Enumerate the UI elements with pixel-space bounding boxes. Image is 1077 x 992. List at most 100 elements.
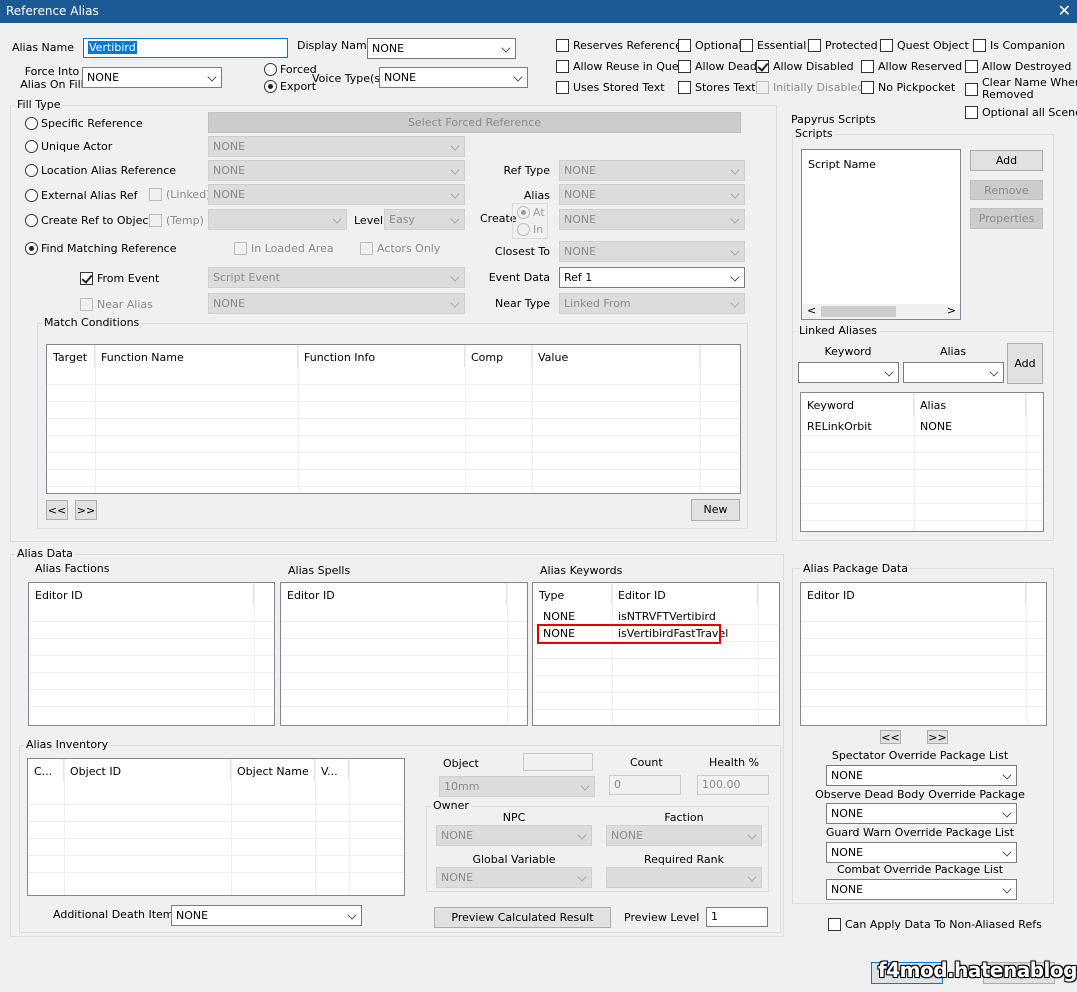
add-script-button[interactable]: Add (970, 150, 1043, 171)
quest-object-checkbox[interactable]: Quest Object (880, 39, 969, 52)
guard-warn-select[interactable]: NONE (826, 842, 1017, 863)
close-icon[interactable]: ✕ (1058, 1, 1071, 20)
conditions-table[interactable]: Target Function Name Function Info Comp … (46, 344, 741, 494)
column-header[interactable]: C... (28, 759, 64, 781)
column-header[interactable]: Keyword (801, 393, 914, 415)
prev-button[interactable]: << (46, 500, 68, 520)
chevron-down-icon (989, 367, 999, 377)
force-into-select[interactable]: NONE (82, 67, 222, 88)
create-ref-to-object-radio[interactable]: Create Ref to Object (25, 214, 153, 227)
alias-spells-list[interactable]: Editor ID (280, 582, 528, 726)
uses-stored-text-checkbox[interactable]: Uses Stored Text (556, 81, 665, 94)
no-pickpocket-checkbox[interactable]: No Pickpocket (861, 81, 955, 94)
scroll-right-icon[interactable]: > (947, 304, 956, 317)
allow-disabled-checkbox[interactable]: Allow Disabled (756, 60, 854, 73)
location-alias-reference-radio[interactable]: Location Alias Reference (25, 164, 176, 177)
papyrus-scripts-label: Papyrus Scripts (791, 113, 876, 126)
actors-only-checkbox: Actors Only (360, 242, 440, 255)
chevron-down-icon (1002, 884, 1012, 894)
can-apply-data-checkbox[interactable]: Can Apply Data To Non-Aliased Refs (828, 918, 1042, 931)
scripts-scrollbar[interactable]: < > (802, 304, 960, 319)
scripts-list[interactable]: Script Name < > (801, 149, 961, 320)
allow-reserved-checkbox[interactable]: Allow Reserved (861, 60, 962, 73)
column-header[interactable]: Type (533, 583, 612, 605)
column-header[interactable]: Editor ID (612, 583, 758, 605)
voice-types-select[interactable]: NONE (379, 67, 528, 88)
allow-dead-checkbox[interactable]: Allow Dead (678, 60, 757, 73)
alias-factions-list[interactable]: Editor ID (28, 582, 275, 726)
external-alias-select: NONE (208, 184, 465, 205)
window-title: Reference Alias (6, 4, 99, 18)
event-data-select[interactable]: Ref 1 (559, 267, 745, 288)
clear-name-checkbox[interactable]: Clear Name When Removed (965, 77, 1077, 106)
column-header[interactable]: Editor ID (29, 583, 254, 605)
add-linked-alias-button[interactable]: Add (1007, 343, 1043, 384)
combat-override-select[interactable]: NONE (826, 879, 1017, 900)
display-name-select[interactable]: NONE (367, 38, 516, 59)
linked-aliases-table[interactable]: Keyword Alias RELinkOrbit NONE (800, 392, 1044, 532)
export-radio[interactable]: Export (264, 80, 316, 93)
chevron-down-icon (884, 367, 894, 377)
alias-package-data-label: Alias Package Data (801, 562, 910, 575)
column-header[interactable]: Target (47, 345, 95, 367)
observe-dead-body-select[interactable]: NONE (826, 803, 1017, 824)
global-variable-label: Global Variable (472, 853, 556, 866)
reserves-reference-checkbox[interactable]: Reserves Reference (556, 39, 682, 52)
is-companion-checkbox[interactable]: Is Companion (973, 39, 1065, 52)
npc-label: NPC (502, 811, 526, 824)
column-header[interactable]: Comp (465, 345, 532, 367)
column-header[interactable]: Object ID (64, 759, 231, 781)
linked-alias-select[interactable] (903, 362, 1004, 383)
package-data-list[interactable]: Editor ID (800, 582, 1047, 726)
additional-death-item-select[interactable]: NONE (171, 905, 362, 926)
column-header[interactable]: Object Name (231, 759, 315, 781)
forced-radio[interactable]: Forced (264, 63, 317, 76)
stores-text-checkbox[interactable]: Stores Text (678, 81, 756, 94)
faction-label: Faction (664, 811, 704, 824)
allow-reuse-checkbox[interactable]: Allow Reuse in Quest (556, 60, 689, 73)
linked-keyword-cell: RELinkOrbit (807, 420, 872, 433)
column-header[interactable]: Alias (914, 393, 1026, 415)
package-next-button[interactable]: >> (927, 730, 948, 744)
npc-select: NONE (436, 825, 592, 846)
alias-keywords-list[interactable]: Type Editor ID NONE isNTRVFTVertibird NO… (532, 582, 780, 726)
next-button[interactable]: >> (75, 500, 97, 520)
essential-checkbox[interactable]: Essential (740, 39, 806, 52)
alias-label: Alias (523, 189, 550, 202)
chevron-down-icon (450, 189, 460, 199)
scroll-left-icon[interactable]: < (807, 304, 816, 317)
column-header[interactable]: Function Info (298, 345, 465, 367)
chevron-down-icon (1002, 808, 1012, 818)
chevron-down-icon (577, 872, 587, 882)
linked-keyword-select[interactable] (798, 362, 899, 383)
preview-level-input[interactable]: 1 (706, 907, 768, 927)
from-event-checkbox[interactable]: From Event (80, 272, 159, 285)
allow-destroyed-checkbox[interactable]: Allow Destroyed (965, 60, 1071, 73)
package-prev-button[interactable]: << (880, 730, 901, 744)
table-row[interactable]: NONE isNTRVFTVertibird (533, 608, 779, 625)
table-row[interactable]: RELinkOrbit NONE (801, 415, 1043, 436)
new-condition-button[interactable]: New (691, 499, 740, 521)
column-header[interactable]: Function Name (95, 345, 298, 367)
inventory-table[interactable]: C... Object ID Object Name V... (27, 758, 405, 896)
specific-reference-radio[interactable]: Specific Reference (25, 117, 143, 130)
spectator-select[interactable]: NONE (826, 765, 1017, 786)
unique-actor-radio[interactable]: Unique Actor (25, 140, 112, 153)
alias-spells-label: Alias Spells (288, 564, 351, 577)
find-matching-reference-radio[interactable]: Find Matching Reference (25, 242, 177, 255)
location-alias-select: NONE (208, 160, 465, 181)
protected-checkbox[interactable]: Protected (808, 39, 878, 52)
column-header[interactable]: Editor ID (801, 583, 1026, 605)
check-icon (756, 60, 769, 73)
preview-calculated-result-button[interactable]: Preview Calculated Result (434, 907, 611, 928)
external-alias-ref-radio[interactable]: External Alias Ref (25, 189, 138, 202)
create-in-radio: In (517, 223, 543, 236)
object-label: Object (443, 757, 479, 770)
count-input: 0 (609, 775, 681, 795)
column-header[interactable]: V... (315, 759, 349, 781)
column-header[interactable]: Value (532, 345, 700, 367)
optional-checkbox[interactable]: Optional (678, 39, 742, 52)
column-header[interactable]: Editor ID (281, 583, 507, 605)
optional-all-scenes-checkbox[interactable]: Optional all Scenes (965, 106, 1077, 119)
alias-name-input[interactable]: Vertibird (83, 38, 288, 58)
